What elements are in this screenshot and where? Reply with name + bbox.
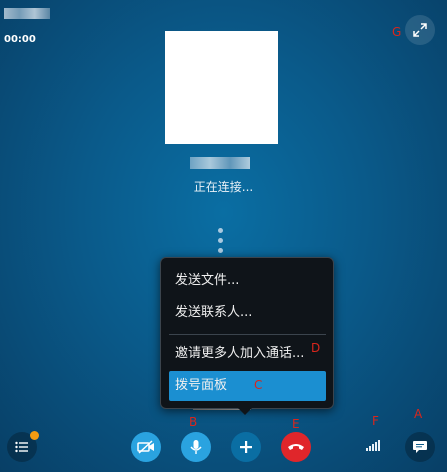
mute-button[interactable] <box>181 432 211 462</box>
participants-button[interactable] <box>7 431 39 462</box>
annotation-c: C <box>254 378 263 392</box>
contact-name-blurred <box>190 157 250 169</box>
chat-button[interactable] <box>405 432 435 462</box>
mic-icon <box>190 440 202 454</box>
chat-icon <box>413 441 427 453</box>
menu-item-dialpad[interactable]: 拨号面板 <box>169 371 326 401</box>
menu-divider <box>169 334 326 335</box>
caller-name-blurred <box>4 8 50 22</box>
signal-icon <box>366 440 380 451</box>
annotation-a: A <box>414 407 423 421</box>
plus-icon <box>240 441 252 453</box>
call-timer: 00:00 <box>4 34 36 45</box>
annotation-g: G <box>392 25 402 39</box>
menu-item-send-contact[interactable]: 发送联系人... <box>161 300 333 326</box>
call-status: 正在连接... <box>193 180 254 194</box>
menu-item-send-file[interactable]: 发送文件... <box>161 268 333 294</box>
annotation-d: D <box>311 341 321 355</box>
loading-dots <box>218 228 223 258</box>
menu-pointer <box>236 406 254 415</box>
video-off-icon <box>137 440 154 454</box>
participants-list-icon <box>15 441 28 453</box>
add-button[interactable] <box>231 432 261 462</box>
hangup-button[interactable] <box>281 432 311 462</box>
annotation-e: E <box>292 417 300 431</box>
video-toggle-button[interactable] <box>131 432 161 462</box>
annotation-b: B <box>189 415 198 429</box>
expand-icon <box>413 23 427 37</box>
hangup-icon <box>288 444 304 450</box>
call-options-menu: 发送文件... 发送联系人... 邀请更多人加入通话... 拨号面板 <box>160 257 334 409</box>
contact-avatar <box>165 31 278 144</box>
expand-button[interactable] <box>405 15 435 45</box>
annotation-f: F <box>372 414 379 428</box>
menu-item-invite-more[interactable]: 邀请更多人加入通话... <box>161 341 333 367</box>
notification-badge <box>30 431 39 440</box>
call-header: 00:00 <box>4 8 50 45</box>
